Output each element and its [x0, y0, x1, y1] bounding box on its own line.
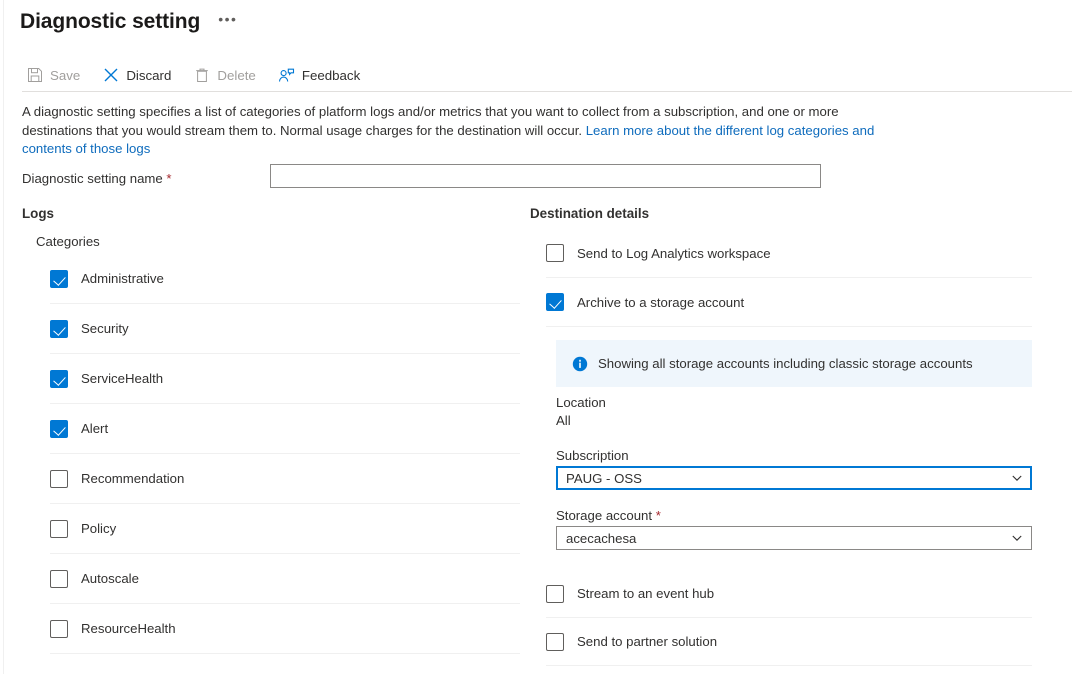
destination-options-bottom: Stream to an event hub Send to partner s…	[546, 570, 1032, 666]
checkbox-policy[interactable]	[50, 519, 68, 538]
category-row-resourcehealth[interactable]: ResourceHealth	[50, 604, 520, 654]
diagnostic-setting-name-row: Diagnostic setting name *	[22, 167, 270, 189]
checkbox-administrative[interactable]	[50, 269, 68, 288]
diagnostic-setting-name-label: Diagnostic setting name *	[22, 171, 270, 186]
discard-button-label: Discard	[126, 67, 172, 83]
delete-button-label: Delete	[217, 67, 256, 83]
checkbox-autoscale[interactable]	[50, 569, 68, 588]
storage-account-dropdown[interactable]: acecachesa	[556, 526, 1032, 550]
category-label-servicehealth: ServiceHealth	[81, 371, 164, 386]
category-row-servicehealth[interactable]: ServiceHealth	[50, 354, 520, 404]
subscription-dropdown[interactable]: PAUG - OSS	[556, 466, 1032, 490]
storage-account-required-asterisk: *	[655, 508, 661, 523]
categories-list: Administrative Security ServiceHealth Al…	[50, 254, 520, 654]
feedback-icon	[278, 67, 295, 84]
storage-account-field: Storage account * acecachesa	[556, 508, 1032, 550]
checkbox-send-to-log-analytics[interactable]	[546, 244, 564, 262]
diagnostic-setting-name-input[interactable]	[270, 164, 821, 188]
subscription-label: Subscription	[556, 448, 629, 463]
category-row-policy[interactable]: Policy	[50, 504, 520, 554]
category-label-policy: Policy	[81, 521, 117, 536]
discard-button[interactable]: Discard	[98, 63, 180, 88]
destination-row-log-analytics[interactable]: Send to Log Analytics workspace	[546, 229, 1032, 278]
save-button[interactable]: Save	[22, 63, 89, 88]
required-asterisk: *	[166, 170, 172, 186]
diagnostic-setting-blade: Diagnostic setting ••• Save Discard Dele…	[0, 0, 1078, 674]
category-label-security: Security	[81, 321, 129, 336]
chevron-down-icon	[1011, 532, 1023, 544]
delete-button[interactable]: Delete	[189, 63, 264, 88]
checkbox-servicehealth[interactable]	[50, 369, 68, 388]
info-icon	[572, 356, 588, 372]
more-options-icon[interactable]: •••	[214, 8, 241, 36]
discard-icon	[102, 67, 119, 84]
category-row-recommendation[interactable]: Recommendation	[50, 454, 520, 504]
checkbox-archive-to-storage-account[interactable]	[546, 293, 564, 311]
delete-icon	[193, 67, 210, 84]
checkbox-resourcehealth[interactable]	[50, 619, 68, 638]
destination-row-storage-account[interactable]: Archive to a storage account	[546, 278, 1032, 327]
location-label: Location	[556, 395, 606, 410]
destination-row-partner-solution[interactable]: Send to partner solution	[546, 618, 1032, 666]
destination-options-top: Send to Log Analytics workspace Archive …	[546, 229, 1032, 327]
storage-info-banner-text: Showing all storage accounts including c…	[598, 356, 973, 371]
destination-label-storage-account: Archive to a storage account	[577, 294, 745, 310]
destination-label-partner-solution: Send to partner solution	[577, 634, 718, 649]
destination-label-log-analytics: Send to Log Analytics workspace	[577, 245, 771, 261]
destination-details-heading: Destination details	[530, 206, 650, 221]
category-label-administrative: Administrative	[81, 271, 164, 286]
category-row-administrative[interactable]: Administrative	[50, 254, 520, 304]
destination-label-event-hub: Stream to an event hub	[577, 586, 715, 601]
storage-info-banner: Showing all storage accounts including c…	[556, 340, 1032, 387]
storage-account-selected-value: acecachesa	[566, 530, 637, 546]
diagnostic-setting-name-label-text: Diagnostic setting name	[22, 170, 163, 186]
category-label-resourcehealth: ResourceHealth	[81, 621, 176, 636]
subscription-field: Subscription PAUG - OSS	[556, 448, 1032, 490]
destination-row-event-hub[interactable]: Stream to an event hub	[546, 570, 1032, 618]
toolbar-divider	[22, 91, 1072, 92]
description-text: A diagnostic setting specifies a list of…	[22, 103, 902, 159]
category-label-autoscale: Autoscale	[81, 571, 139, 586]
left-rail-divider	[3, 0, 4, 674]
location-value: All	[556, 413, 571, 428]
storage-account-label: Storage account *	[556, 508, 1032, 523]
checkbox-recommendation[interactable]	[50, 469, 68, 488]
command-bar: Save Discard Delete Feedback	[22, 60, 378, 90]
category-row-security[interactable]: Security	[50, 304, 520, 354]
checkbox-security[interactable]	[50, 319, 68, 338]
category-row-alert[interactable]: Alert	[50, 404, 520, 454]
page-title: Diagnostic setting	[20, 10, 201, 33]
save-button-label: Save	[50, 67, 81, 83]
feedback-button[interactable]: Feedback	[274, 63, 369, 88]
categories-subheading: Categories	[36, 234, 100, 249]
checkbox-send-to-partner-solution[interactable]	[546, 632, 564, 651]
logs-section-heading: Logs	[22, 206, 54, 221]
location-field: Location All	[556, 395, 606, 428]
checkbox-stream-to-event-hub[interactable]	[546, 584, 564, 603]
category-row-autoscale[interactable]: Autoscale	[50, 554, 520, 604]
storage-account-label-text: Storage account	[556, 508, 653, 523]
page-title-row: Diagnostic setting •••	[20, 0, 241, 44]
chevron-down-icon	[1011, 472, 1023, 484]
save-icon	[26, 67, 43, 84]
category-label-recommendation: Recommendation	[81, 471, 185, 486]
subscription-selected-value: PAUG - OSS	[566, 470, 642, 486]
category-label-alert: Alert	[81, 421, 109, 436]
feedback-button-label: Feedback	[301, 67, 361, 83]
checkbox-alert[interactable]	[50, 419, 68, 438]
